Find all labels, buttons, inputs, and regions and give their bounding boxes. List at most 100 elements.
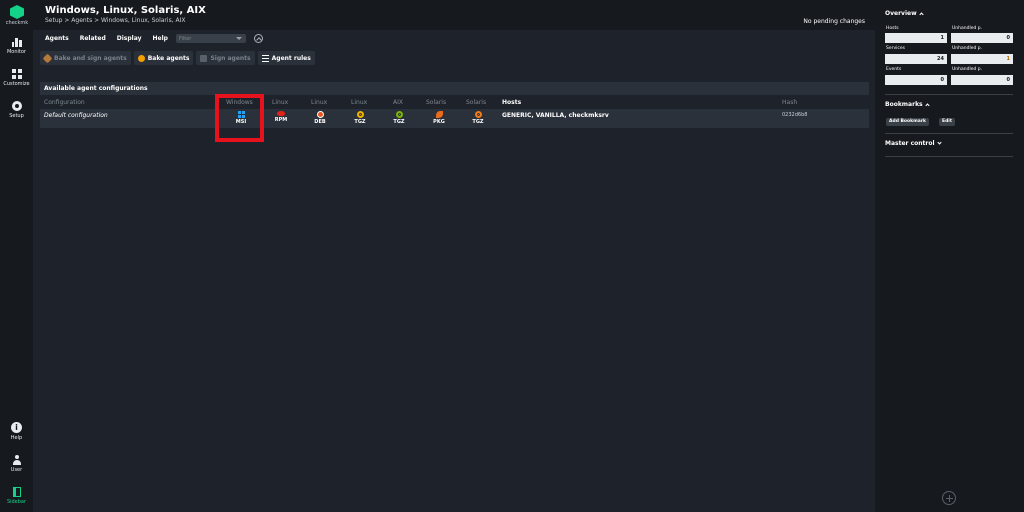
sign-icon [200,54,208,62]
master-control-title[interactable]: Master control [885,140,942,147]
agent-rules-label: Agent rules [271,54,311,62]
hosts-unhandled-count[interactable]: 0 [951,33,1013,43]
header-solaris-pkg: Solaris [426,99,447,106]
header-hash: Hash [782,99,798,106]
chart-bars-icon [11,38,22,47]
nav-customize-label: Customize [3,81,30,87]
rules-icon [261,54,269,62]
nav-setup-label: Setup [9,113,24,119]
right-sidebar: Overview Hosts Unhandled p. 1 0 Services… [875,0,1024,512]
pending-changes[interactable]: No pending changes [803,18,865,25]
nav-monitor[interactable]: Monitor [0,38,33,55]
bookmarks-title[interactable]: Bookmarks [885,101,930,108]
sign-agents-label: Sign agents [210,54,251,62]
table-header: Configuration Windows Linux Linux Linux … [40,96,869,108]
bake-agents-button[interactable]: Bake agents [133,51,194,65]
page-header: Windows, Linux, Solaris, AIX Setup > Age… [33,0,875,30]
nav-help-label: Help [10,435,23,441]
hosts-unhandled-label: Unhandled p. [952,26,983,31]
overview-title-text: Overview [885,10,917,17]
services-count[interactable]: 24 [885,54,947,64]
header-linux-tgz: Linux [351,99,368,106]
nav-help[interactable]: i Help [0,422,33,441]
nav-customize[interactable]: Customize [0,69,33,87]
edit-bookmarks-button[interactable]: Edit [939,118,955,126]
download-deb[interactable]: DEB [309,111,331,125]
download-aix-tgz[interactable]: TGZ [388,111,410,125]
debian-icon [316,111,324,118]
highlight-box [215,94,264,142]
bookmarks-title-text: Bookmarks [885,101,923,108]
solaris-icon [435,111,443,118]
chevron-up-icon [919,11,924,17]
rpm-label: RPM [274,117,288,123]
nav-user[interactable]: User [0,455,33,473]
header-linux-rpm: Linux [272,99,289,106]
hosts-count[interactable]: 1 [885,33,947,43]
linux-tgz-icon [356,111,364,118]
menu-related[interactable]: Related [80,35,106,42]
nav-sidebar-label: Sidebar [6,499,27,505]
overview-title[interactable]: Overview [885,10,924,17]
configuration-name[interactable]: Default configuration [44,112,108,119]
chevron-up-icon [925,102,930,108]
sidebar-icon [12,487,21,497]
solaris-tgz-icon [474,111,482,118]
nav-setup[interactable]: Setup [0,101,33,119]
breadcrumb[interactable]: Setup > Agents > Windows, Linux, Solaris… [45,17,186,24]
menu-agents[interactable]: Agents [45,35,69,42]
header-linux-deb: Linux [311,99,328,106]
download-pkg[interactable]: PKG [428,111,450,125]
sign-agents-button[interactable]: Sign agents [196,51,255,65]
bake-sign-icon [42,53,53,63]
agent-rules-button[interactable]: Agent rules [257,51,315,65]
deb-label: DEB [314,119,326,125]
linux-tgz-label: TGZ [354,119,366,125]
hosts-label: Hosts [886,26,899,31]
redhat-icon [277,111,285,116]
add-snapin-icon[interactable] [942,491,956,505]
menu-display[interactable]: Display [117,35,142,42]
solaris-tgz-label: TGZ [472,119,484,125]
download-rpm[interactable]: RPM [270,111,292,123]
header-solaris-tgz: Solaris [466,99,487,106]
header-aix: AIX [393,99,403,106]
nav-user-label: User [10,467,23,473]
page-title: Windows, Linux, Solaris, AIX [45,5,206,16]
grid-icon [11,69,22,79]
menu-help[interactable]: Help [153,35,168,42]
services-unhandled-count[interactable]: 1 [951,54,1013,64]
divider [885,94,1013,95]
hash-value: 0232d6b8 [782,112,808,118]
filter-input[interactable] [178,34,235,43]
collapse-menu-icon[interactable] [253,34,263,43]
download-linux-tgz[interactable]: TGZ [349,111,371,125]
divider [885,156,1013,157]
nav-sidebar[interactable]: Sidebar [0,487,33,505]
divider [885,133,1013,134]
chevron-down-icon [936,140,942,145]
pkg-label: PKG [433,119,445,125]
events-count[interactable]: 0 [885,75,947,85]
events-unhandled-label: Unhandled p. [952,67,983,72]
bake-agents-label: Bake agents [147,54,190,62]
master-control-title-text: Master control [885,140,935,147]
services-unhandled-label: Unhandled p. [952,46,983,51]
bake-and-sign-button[interactable]: Bake and sign agents [40,51,131,65]
checkmk-logo[interactable]: checkmk [5,5,29,26]
header-configuration: Configuration [44,99,85,106]
left-navigation: checkmk Monitor Customize Setup i Help U… [0,0,33,512]
aix-tgz-label: TGZ [393,119,405,125]
chevron-down-icon[interactable] [235,37,242,40]
add-bookmark-button[interactable]: Add Bookmark [886,118,930,126]
action-bar: Bake and sign agents Bake agents Sign ag… [40,51,315,65]
bake-and-sign-label: Bake and sign agents [54,54,127,62]
nav-monitor-label: Monitor [6,49,26,55]
download-solaris-tgz[interactable]: TGZ [467,111,489,125]
header-hosts: Hosts [502,99,522,106]
events-label: Events [886,67,902,72]
events-unhandled-count[interactable]: 0 [951,75,1013,85]
checkmk-logo-icon [10,5,24,19]
filter-box[interactable] [175,34,246,43]
section-title: Available agent configurations [40,82,869,95]
